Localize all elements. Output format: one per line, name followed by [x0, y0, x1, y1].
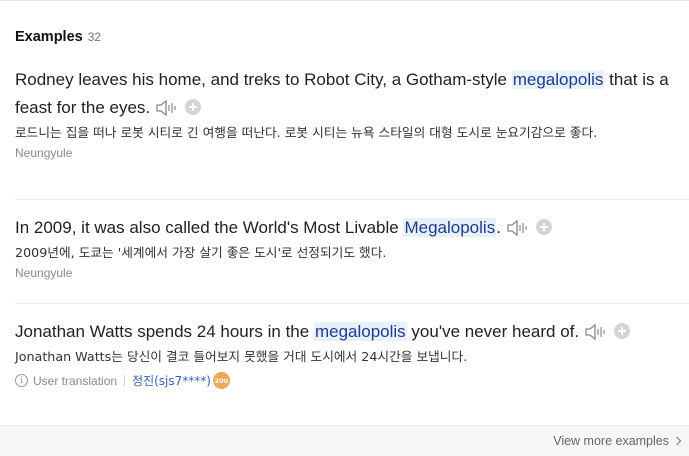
- highlighted-word[interactable]: megalopolis: [313, 322, 407, 341]
- highlighted-word[interactable]: Megalopolis: [403, 218, 497, 237]
- example-sentence: Rodney leaves his home, and treks to Rob…: [15, 66, 680, 122]
- sentence-text: .: [496, 218, 501, 237]
- user-link[interactable]: 정진(sjs7****): [132, 372, 211, 389]
- footer: View more examples: [0, 425, 689, 456]
- info-icon[interactable]: i: [15, 374, 28, 387]
- divider: [15, 199, 689, 200]
- sentence-text: Rodney leaves his home, and treks to Rob…: [15, 70, 512, 89]
- view-more-label: View more examples: [553, 434, 669, 448]
- top-border: [0, 0, 689, 1]
- examples-title: Examples: [15, 29, 83, 45]
- plus-circle-icon[interactable]: [614, 323, 631, 339]
- user-translation-label: User translation: [33, 373, 118, 388]
- example-sentence: Jonathan Watts spends 24 hours in the me…: [15, 318, 680, 346]
- view-more-examples-link[interactable]: View more examples: [553, 434, 682, 448]
- user-level-badge: 200: [212, 372, 230, 389]
- meta-divider: [124, 375, 126, 386]
- examples-header: Examples 32: [15, 29, 101, 45]
- example-translation: Jonathan Watts는 당신이 결코 들어보지 못했을 거대 도시에서 …: [15, 349, 468, 364]
- speaker-icon[interactable]: [506, 219, 530, 237]
- speaker-icon[interactable]: [155, 99, 179, 117]
- example-source: Neungyule: [15, 146, 73, 160]
- user-translation-meta: i User translation 정진(sjs7****) 200: [15, 372, 680, 389]
- example-sentence: In 2009, it was also called the World's …: [15, 214, 680, 242]
- sentence-text: In 2009, it was also called the World's …: [15, 218, 404, 237]
- divider: [15, 303, 689, 304]
- example-item-2: In 2009, it was also called the World's …: [15, 214, 680, 280]
- examples-count: 32: [87, 30, 102, 44]
- example-item-3: Jonathan Watts spends 24 hours in the me…: [15, 318, 680, 389]
- highlighted-word[interactable]: megalopolis: [511, 70, 605, 89]
- plus-circle-icon[interactable]: [535, 219, 552, 235]
- example-item-1: Rodney leaves his home, and treks to Rob…: [15, 66, 680, 160]
- sentence-text: Jonathan Watts spends 24 hours in the: [15, 322, 314, 341]
- example-source: Neungyule: [15, 266, 73, 280]
- chevron-right-icon: [672, 436, 682, 446]
- speaker-icon[interactable]: [584, 323, 608, 341]
- example-translation: 2009년에, 도쿄는 '세계에서 가장 살기 좋은 도시'로 선정되기도 했다…: [15, 245, 387, 260]
- example-translation: 로드니는 집을 떠나 로봇 시티로 긴 여행을 떠난다. 로봇 시티는 뉴욕 스…: [15, 125, 598, 140]
- sentence-text: you've never heard of.: [406, 322, 580, 341]
- plus-circle-icon[interactable]: [185, 99, 202, 115]
